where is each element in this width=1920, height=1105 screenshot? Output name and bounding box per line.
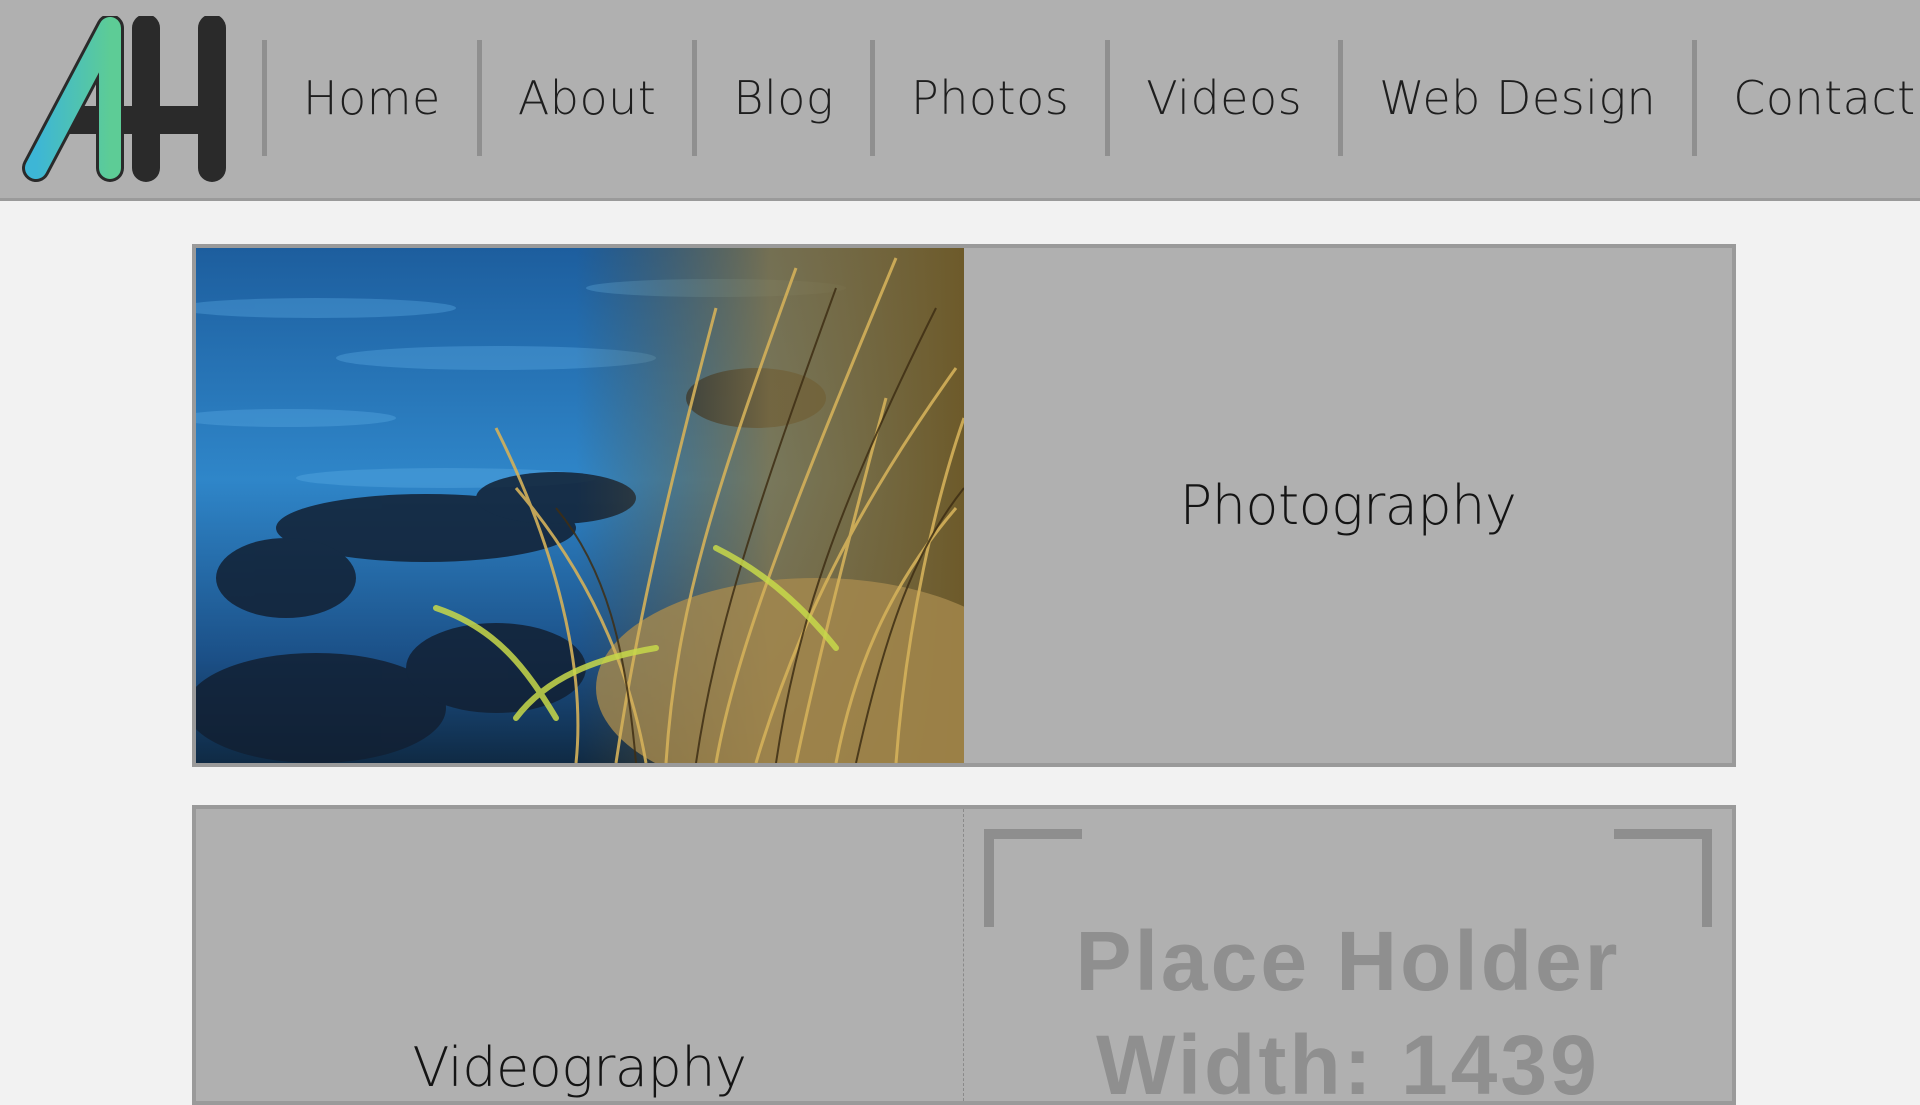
nav-item-videos[interactable]: Videos [1110, 40, 1338, 156]
nav-item-web-design[interactable]: Web Design [1343, 40, 1692, 156]
placeholder-text: Place Holder Width: 1439 [964, 909, 1732, 1101]
placeholder-line-2: Width: 1439 [1096, 1018, 1600, 1101]
main-nav: Home About Blog Photos Videos Web Design… [262, 40, 1920, 156]
nav-item-blog[interactable]: Blog [697, 40, 870, 156]
nav-item-photos[interactable]: Photos [875, 40, 1105, 156]
videography-card[interactable]: Videography Place Holder Width: 1439 [192, 805, 1736, 1105]
nav-item-home[interactable]: Home [267, 40, 477, 156]
grass-by-water-photo [196, 248, 964, 763]
placeholder-line-1: Place Holder [1075, 914, 1621, 1008]
top-navigation-bar: Home About Blog Photos Videos Web Design… [0, 0, 1920, 201]
videography-title: Videography [412, 1036, 747, 1099]
photography-title: Photography [1179, 474, 1517, 537]
image-placeholder: Place Holder Width: 1439 [964, 809, 1732, 1101]
nav-item-about[interactable]: About [482, 40, 693, 156]
ah-logo[interactable] [20, 16, 232, 184]
photo-image [196, 248, 964, 763]
photography-label-pane[interactable]: Photography [964, 248, 1732, 763]
videography-label-pane[interactable]: Videography [196, 809, 964, 1101]
nav-item-contact[interactable]: Contact [1697, 40, 1920, 156]
photography-card[interactable]: Photography [192, 244, 1736, 767]
